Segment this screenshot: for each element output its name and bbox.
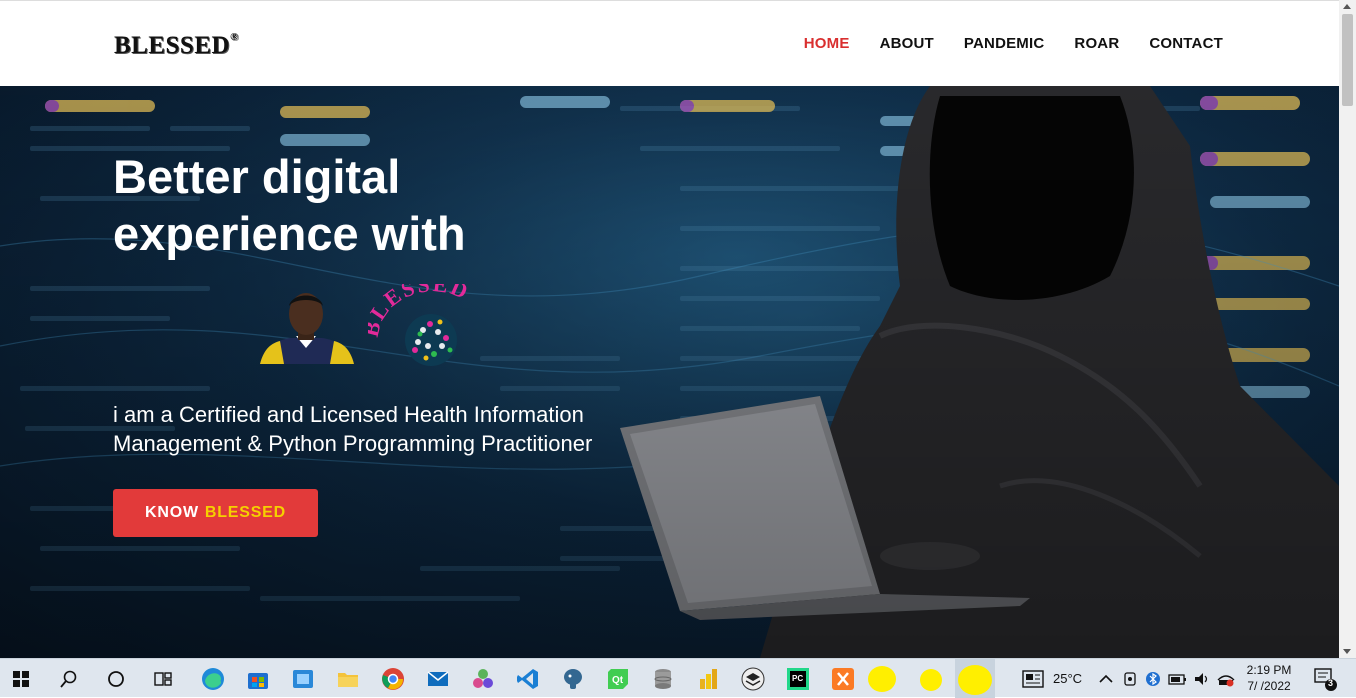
- yellow-app-icon[interactable]: [955, 659, 995, 698]
- mail-icon[interactable]: [425, 666, 451, 692]
- nav-pandemic[interactable]: PANDEMIC: [964, 35, 1045, 52]
- profile-photo: [260, 293, 354, 364]
- system-clock[interactable]: 2:19 PM 7/ /2022: [1244, 662, 1294, 694]
- svg-text:Qt: Qt: [612, 675, 624, 686]
- app-cluster-icon[interactable]: [470, 666, 496, 692]
- yellow-app-icon[interactable]: [866, 666, 898, 692]
- know-blessed-button[interactable]: KNOW BLESSED: [113, 489, 318, 537]
- cortana-icon[interactable]: [103, 666, 129, 692]
- hero-title: Better digital experience with: [113, 150, 466, 260]
- remote-app-icon[interactable]: [290, 666, 316, 692]
- store-icon[interactable]: [245, 666, 271, 692]
- hero-section: Better digital experience with BLESSED: [0, 86, 1339, 658]
- page-scrollbar[interactable]: [1339, 0, 1356, 658]
- nav-home[interactable]: HOME: [804, 35, 850, 52]
- power-bi-icon[interactable]: [695, 666, 721, 692]
- scroll-down-icon[interactable]: [1343, 649, 1351, 654]
- task-view-icon[interactable]: [150, 666, 176, 692]
- browser-viewport: BLESSED® HOME ABOUT PANDEMIC ROAR CONTAC…: [0, 0, 1339, 658]
- chevron-up-icon[interactable]: [1096, 666, 1116, 692]
- svg-text:PC: PC: [792, 674, 803, 683]
- site-logo[interactable]: BLESSED®: [114, 31, 239, 60]
- nav-roar[interactable]: ROAR: [1074, 35, 1119, 52]
- nav-about[interactable]: ABOUT: [880, 35, 934, 52]
- nav-contact[interactable]: CONTACT: [1149, 35, 1223, 52]
- database-icon[interactable]: [650, 666, 676, 692]
- main-nav: HOME ABOUT PANDEMIC ROAR CONTACT: [804, 35, 1223, 52]
- site-header: BLESSED® HOME ABOUT PANDEMIC ROAR CONTAC…: [0, 0, 1339, 86]
- notification-icon[interactable]: 3: [1312, 666, 1338, 692]
- edge-icon[interactable]: [200, 666, 226, 692]
- scroll-thumb[interactable]: [1342, 14, 1353, 106]
- scroll-up-icon[interactable]: [1343, 4, 1351, 9]
- blessed-badge: BLESSED: [358, 271, 492, 368]
- file-explorer-icon[interactable]: [335, 666, 361, 692]
- chrome-icon[interactable]: [380, 666, 406, 692]
- windows-start-icon[interactable]: [8, 666, 34, 692]
- news-widget-icon[interactable]: [1020, 666, 1046, 692]
- pycharm-icon[interactable]: PC: [785, 666, 811, 692]
- temperature-readout[interactable]: 25°C: [1053, 671, 1082, 686]
- windows-taskbar: Qt PC 25°C 2:19 PM 7/ /2022 3: [0, 658, 1356, 698]
- volume-icon[interactable]: [1191, 666, 1213, 692]
- yellow-app-icon[interactable]: [918, 666, 944, 692]
- stack-icon[interactable]: [740, 666, 766, 692]
- hero-subtitle: i am a Certified and Licensed Health Inf…: [113, 402, 593, 456]
- qt-icon[interactable]: Qt: [605, 666, 631, 692]
- postgres-icon[interactable]: [560, 666, 586, 692]
- network-icon[interactable]: [1215, 666, 1237, 692]
- xampp-icon[interactable]: [830, 666, 856, 692]
- search-icon[interactable]: [56, 666, 82, 692]
- battery-icon[interactable]: [1167, 666, 1189, 692]
- bluetooth-icon[interactable]: [1143, 666, 1163, 692]
- device-icon[interactable]: [1120, 666, 1140, 692]
- vscode-icon[interactable]: [515, 666, 541, 692]
